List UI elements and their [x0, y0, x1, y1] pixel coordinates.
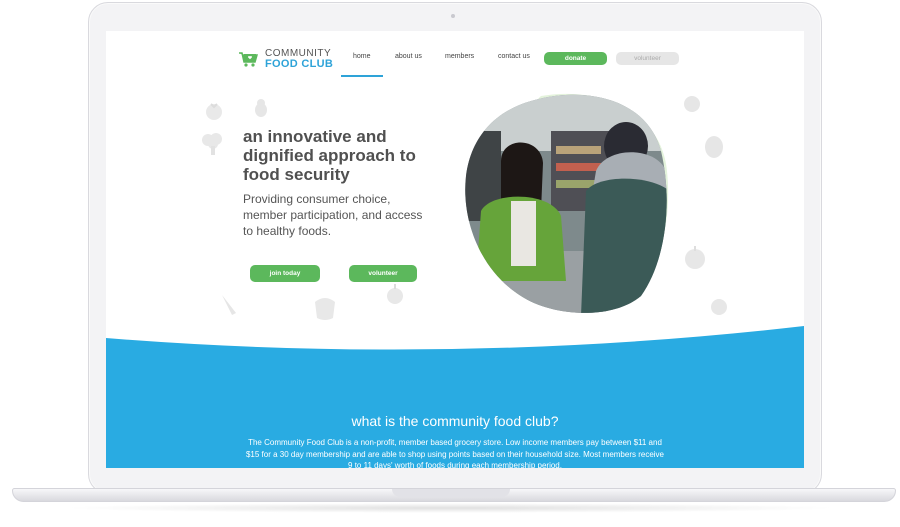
laptop-shadow	[60, 503, 840, 513]
broccoli-icon	[202, 133, 222, 155]
pepper-icon	[705, 136, 723, 158]
bell-pepper-icon	[315, 298, 335, 320]
hero-title: an innovative and dignified approach to …	[243, 127, 416, 184]
nav-home[interactable]: home	[353, 53, 371, 60]
nav-about-us[interactable]: about us	[395, 53, 422, 60]
tomato-icon	[206, 103, 222, 120]
site-header: COMMUNITY FOOD CLUB home about us member…	[106, 31, 804, 81]
apple-icon-2	[685, 246, 705, 269]
nav-members[interactable]: members	[445, 53, 474, 60]
apple-icon	[684, 96, 700, 112]
nav-active-indicator	[341, 75, 383, 77]
volunteer-button[interactable]: volunteer	[349, 265, 417, 282]
camera-icon	[451, 14, 455, 18]
hero-photo	[465, 93, 669, 313]
apple-icon-3	[387, 284, 403, 304]
volunteer-nav-button[interactable]: volunteer	[616, 52, 679, 65]
nav-contact-us[interactable]: contact us	[498, 53, 530, 60]
hero-subtitle: Providing consumer choice, member partic…	[243, 192, 423, 238]
laptop-notch	[392, 489, 510, 497]
join-today-button[interactable]: join today	[250, 265, 320, 282]
logo-text-food-club: FOOD CLUB	[265, 58, 334, 70]
tomato-icon-2	[711, 299, 727, 315]
section-body: The Community Food Club is a non-profit,…	[245, 438, 665, 468]
carrot-icon	[222, 295, 236, 315]
cart-icon	[239, 51, 258, 67]
laptop-screen: COMMUNITY FOOD CLUB home about us member…	[106, 31, 804, 468]
pear-icon	[255, 99, 267, 117]
section-title: what is the community food club?	[351, 413, 559, 429]
donate-button[interactable]: donate	[544, 52, 607, 65]
site-logo[interactable]: COMMUNITY FOOD CLUB	[238, 48, 333, 70]
